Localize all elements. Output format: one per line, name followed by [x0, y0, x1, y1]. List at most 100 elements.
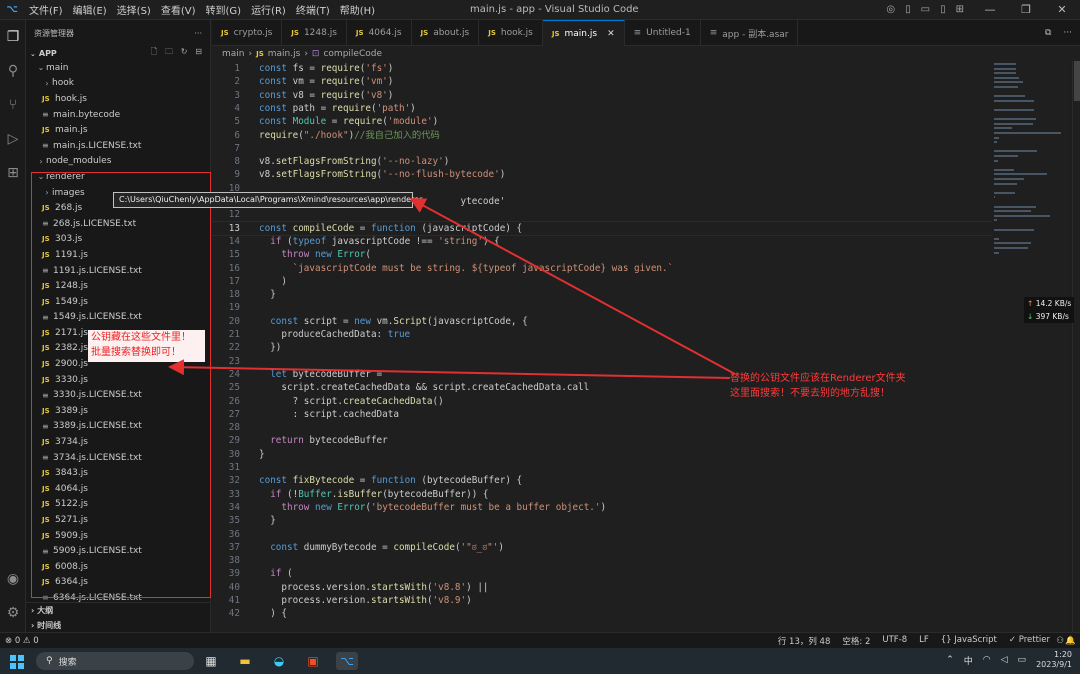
more-actions-icon[interactable]: ···: [194, 29, 202, 38]
indentation[interactable]: 空格: 2: [842, 635, 870, 647]
code-line[interactable]: 15 throw new Error(: [212, 248, 992, 261]
code-line[interactable]: 30}: [212, 448, 992, 461]
code-line[interactable]: 38: [212, 554, 992, 567]
editor-tab[interactable]: JS 4064.js: [347, 20, 412, 46]
new-file-icon[interactable]: 🗋: [151, 47, 157, 56]
minimize-button[interactable]: —: [972, 0, 1008, 20]
code-line[interactable]: 18 }: [212, 288, 992, 301]
explorer-icon[interactable]: ❐: [4, 28, 22, 46]
code-editor[interactable]: 1 const fs = require('fs') 2 const vm = req…: [212, 61, 992, 632]
tree-file[interactable]: ≡ main.bytecode: [26, 107, 210, 123]
code-line[interactable]: 27 : script.cachedData: [212, 408, 992, 421]
code-line[interactable]: 42 ) {: [212, 607, 992, 620]
more-editor-actions-icon[interactable]: ···: [1063, 28, 1072, 38]
code-line[interactable]: 8 v8.setFlagsFromString('--no-lazy'): [212, 155, 992, 168]
code-line[interactable]: 31: [212, 461, 992, 474]
code-line[interactable]: 13 const compileCode = function (javascri…: [212, 220, 992, 236]
tree-folder[interactable]: ⌄ main: [26, 60, 210, 76]
restore-button[interactable]: ❐: [1008, 0, 1044, 20]
encoding[interactable]: UTF-8: [882, 635, 907, 647]
settings-gear-icon[interactable]: ⚙: [4, 604, 22, 622]
code-line[interactable]: 29 return bytecodeBuffer: [212, 434, 992, 447]
tree-folder[interactable]: › node_modules: [26, 154, 210, 170]
customize-layout-icon[interactable]: ⊞: [956, 4, 964, 15]
code-line[interactable]: 2 const vm = require('vm'): [212, 75, 992, 88]
editor-tab[interactable]: ≡ app - 副本.asar: [701, 20, 799, 46]
tree-file[interactable]: JS hook.js: [26, 91, 210, 107]
extensions-icon[interactable]: ⊞: [4, 164, 22, 182]
code-line[interactable]: 36: [212, 528, 992, 541]
code-line[interactable]: 41 process.version.startsWith('v8.9'): [212, 594, 992, 607]
code-line[interactable]: 4 const path = require('path'): [212, 102, 992, 115]
cursor-position[interactable]: 行 13，列 48: [778, 635, 831, 647]
tray-overflow-icon[interactable]: ⌃: [946, 655, 954, 665]
language-mode[interactable]: {} JavaScript: [941, 635, 997, 647]
code-line[interactable]: 32 const fixBytecode = function (bytecode…: [212, 474, 992, 487]
editor-tab[interactable]: JS hook.js: [479, 20, 543, 46]
run-debug-icon[interactable]: ▷: [4, 130, 22, 148]
collapse-all-icon[interactable]: ⊟: [195, 47, 202, 56]
code-line[interactable]: 39 if (: [212, 567, 992, 580]
accounts-icon[interactable]: ◉: [4, 570, 22, 588]
menu-item[interactable]: 编辑(E): [73, 6, 107, 17]
timeline-section[interactable]: › 时间线: [26, 618, 211, 633]
editor-scrollbar[interactable]: [1072, 61, 1080, 632]
menu-item[interactable]: 选择(S): [117, 6, 151, 17]
code-line[interactable]: 37 const dummyBytecode = compileCode('"ಠ…: [212, 541, 992, 554]
close-window-button[interactable]: ✕: [1044, 0, 1080, 20]
taskbar-search[interactable]: ⚲ 搜索: [36, 652, 194, 670]
code-line[interactable]: 3 const v8 = require('v8'): [212, 89, 992, 102]
end-of-line[interactable]: LF: [919, 635, 929, 647]
clock[interactable]: 1:20 2023/9/1: [1036, 650, 1072, 670]
search-icon[interactable]: ⚲: [4, 62, 22, 80]
code-line[interactable]: 14 if (typeof javascriptCode !== 'string…: [212, 235, 992, 248]
code-line[interactable]: 28: [212, 421, 992, 434]
breadcrumb-folder[interactable]: main: [222, 49, 245, 59]
problems-indicator[interactable]: ⊗ 0 ⚠ 0: [0, 636, 39, 646]
code-line[interactable]: 12: [212, 208, 992, 221]
toggle-sidebar-icon[interactable]: ▯: [905, 4, 911, 15]
tree-file[interactable]: JS main.js: [26, 122, 210, 138]
code-line[interactable]: 20 const script = new vm.Script(javascri…: [212, 315, 992, 328]
code-line[interactable]: 23: [212, 355, 992, 368]
tree-file[interactable]: ≡ main.js.LICENSE.txt: [26, 138, 210, 154]
refresh-icon[interactable]: ↻: [181, 47, 188, 56]
code-line[interactable]: 9 v8.setFlagsFromString('--no-flush-bytec…: [212, 168, 992, 181]
code-line[interactable]: 22 }): [212, 341, 992, 354]
prettier-status[interactable]: ✓ Prettier: [1009, 635, 1050, 647]
battery-icon[interactable]: ▭: [1018, 655, 1027, 665]
menu-item[interactable]: 转到(G): [206, 6, 242, 17]
code-line[interactable]: 16 `javascriptCode must be string. ${typ…: [212, 262, 992, 275]
menu-item[interactable]: 查看(V): [161, 6, 196, 17]
vscode-taskbar-icon[interactable]: ⌥: [336, 652, 358, 670]
code-line[interactable]: 21 produceCachedData: true: [212, 328, 992, 341]
source-control-icon[interactable]: ⑂: [4, 96, 22, 114]
task-view-icon[interactable]: ▦: [200, 652, 222, 670]
menu-item[interactable]: 终端(T): [296, 6, 330, 17]
new-folder-icon[interactable]: 🗀: [165, 47, 173, 56]
code-line[interactable]: 40 process.version.startsWith('v8.8') ||: [212, 581, 992, 594]
notifications-bell-icon[interactable]: 🔔: [1065, 636, 1076, 646]
start-button[interactable]: [10, 655, 24, 669]
split-editor-icon[interactable]: ⧉: [1045, 28, 1051, 38]
breadcrumb-file[interactable]: main.js: [268, 49, 301, 59]
editor-tab[interactable]: JS main.js ✕: [542, 20, 625, 46]
edge-browser-icon[interactable]: ◒: [268, 652, 290, 670]
code-line[interactable]: 17 ): [212, 275, 992, 288]
code-line[interactable]: 34 throw new Error('bytecodeBuffer must …: [212, 501, 992, 514]
workspace-section[interactable]: ⌄ APP 🗋 🗀 ↻ ⊟: [26, 46, 210, 60]
store-icon[interactable]: ▣: [302, 652, 324, 670]
code-line[interactable]: 35 }: [212, 514, 992, 527]
volume-icon[interactable]: ◁: [1001, 655, 1008, 665]
file-explorer-icon[interactable]: ▬: [234, 652, 256, 670]
account-icon[interactable]: ◎: [886, 4, 895, 15]
code-line[interactable]: 19: [212, 301, 992, 314]
code-line[interactable]: 33 if (!Buffer.isBuffer(bytecodeBuffer))…: [212, 488, 992, 501]
editor-tab[interactable]: JS crypto.js: [212, 20, 283, 46]
tree-folder[interactable]: › hook: [26, 76, 210, 92]
ime-indicator[interactable]: 中: [964, 654, 973, 667]
editor-tab[interactable]: ≡ Untitled-1: [625, 20, 701, 46]
code-line[interactable]: 6 require("./hook")//我自己加入的代码: [212, 129, 992, 142]
scrollbar-thumb[interactable]: [1074, 61, 1080, 101]
editor-tab[interactable]: JS about.js: [412, 20, 480, 46]
